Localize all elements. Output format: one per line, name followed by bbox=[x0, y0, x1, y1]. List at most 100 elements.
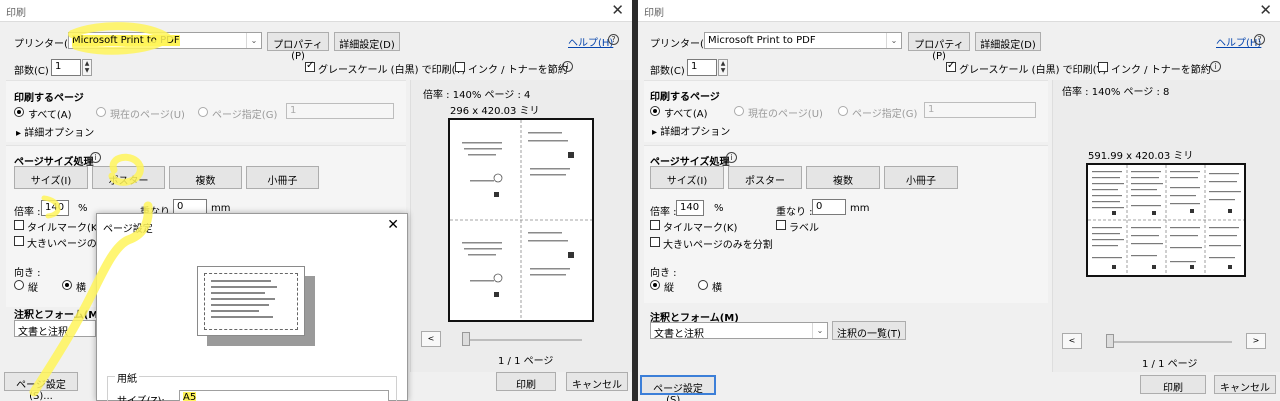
page-slider-thumb[interactable] bbox=[462, 332, 470, 346]
overlap-input[interactable]: 0 bbox=[812, 199, 846, 215]
large-only-checkbox[interactable] bbox=[650, 237, 660, 247]
print-dialog-left: 印刷 ✕ プリンター(N) : Microsoft Print to PDF ⌄… bbox=[0, 0, 632, 401]
info-icon[interactable]: i bbox=[1210, 61, 1221, 72]
size-button[interactable]: サイズ(I) bbox=[650, 166, 724, 189]
info-icon[interactable]: i bbox=[562, 61, 573, 72]
page-spec-radio[interactable] bbox=[838, 106, 848, 116]
page-spec-input[interactable]: 1 bbox=[924, 102, 1036, 118]
advanced-button[interactable]: 詳細設定(D) bbox=[334, 32, 400, 51]
spin-up-down-icon[interactable]: ▲ ▼ bbox=[82, 59, 92, 76]
current-page-radio[interactable] bbox=[96, 107, 106, 117]
scale-input[interactable]: 140 bbox=[676, 200, 704, 216]
all-pages-radio[interactable] bbox=[14, 107, 24, 117]
advanced-button[interactable]: 詳細設定(D) bbox=[975, 32, 1041, 51]
properties-button[interactable]: プロパティ(P) bbox=[908, 32, 970, 62]
page-slider-track bbox=[462, 339, 582, 341]
info-icon[interactable]: i bbox=[726, 152, 737, 163]
info-icon[interactable]: i bbox=[90, 152, 101, 163]
paper-size-select[interactable]: A5 bbox=[179, 390, 389, 401]
grayscale-checkbox[interactable] bbox=[946, 60, 956, 72]
page-spec-input[interactable]: 1 bbox=[286, 103, 394, 119]
all-pages-radio[interactable] bbox=[650, 106, 660, 116]
paper-margin bbox=[204, 273, 298, 330]
chevron-down-icon: ⌄ bbox=[246, 33, 261, 48]
more-options-toggle[interactable]: ▸ 詳細オプション bbox=[16, 124, 94, 139]
printer-select[interactable]: Microsoft Print to PDF ⌄ bbox=[68, 32, 262, 49]
info-icon[interactable]: ? bbox=[608, 34, 619, 45]
overlap-label: 重なり : bbox=[776, 207, 813, 218]
zoom-info: 倍率 : 140% ページ : 4 bbox=[423, 90, 531, 101]
multiple-button[interactable]: 複数 bbox=[169, 166, 242, 189]
printer-select[interactable]: Microsoft Print to PDF ⌄ bbox=[704, 32, 902, 49]
landscape-radio[interactable] bbox=[698, 280, 708, 290]
print-button[interactable]: 印刷 bbox=[496, 372, 556, 391]
title-bar: 印刷 ✕ bbox=[638, 0, 1280, 22]
properties-button[interactable]: プロパティ(P) bbox=[267, 32, 329, 62]
close-icon[interactable]: ✕ bbox=[387, 217, 399, 233]
more-options-toggle[interactable]: ▸ 詳細オプション bbox=[652, 123, 730, 138]
page-spec-label: ページ指定(G) bbox=[212, 110, 278, 121]
sheet-size: 591.99 x 420.03 ミリ bbox=[1088, 151, 1194, 162]
help-link[interactable]: ヘルプ(H) bbox=[568, 34, 613, 49]
close-icon[interactable]: ✕ bbox=[1259, 1, 1272, 19]
preview-sheet bbox=[1086, 163, 1246, 277]
pages-header: 印刷するページ bbox=[14, 93, 84, 104]
annot-list-button[interactable]: 注釈の一覧(T) bbox=[832, 321, 906, 340]
size-button[interactable]: サイズ(I) bbox=[14, 166, 88, 189]
cancel-button[interactable]: キャンセル bbox=[1214, 375, 1276, 394]
portrait-radio[interactable] bbox=[650, 280, 660, 290]
chevron-down-icon: ⌄ bbox=[812, 323, 827, 338]
paper-size-label: サイズ(Z): bbox=[117, 392, 165, 401]
print-button[interactable]: 印刷 bbox=[1140, 375, 1206, 394]
portrait-radio[interactable] bbox=[14, 280, 24, 290]
booklet-button[interactable]: 小冊子 bbox=[884, 166, 958, 189]
info-icon[interactable]: ? bbox=[1254, 34, 1265, 45]
copies-input[interactable]: 1 bbox=[687, 59, 717, 76]
next-page-button[interactable]: > bbox=[1246, 333, 1266, 349]
paper-size-value: A5 bbox=[183, 392, 197, 401]
dialog-title: 印刷 bbox=[644, 8, 664, 19]
page-setup-button[interactable]: ページ設定(S)... bbox=[640, 375, 716, 401]
multiple-button[interactable]: 複数 bbox=[806, 166, 880, 189]
tile-marks-checkbox[interactable] bbox=[650, 220, 660, 230]
annot-value: 文書と注釈 bbox=[18, 327, 68, 338]
pages-header: 印刷するページ bbox=[650, 92, 720, 103]
landscape-radio[interactable] bbox=[62, 280, 72, 290]
grayscale-checkbox[interactable] bbox=[305, 60, 315, 72]
booklet-button[interactable]: 小冊子 bbox=[246, 166, 319, 189]
page-setup-button[interactable]: ページ設定(S)... bbox=[4, 372, 78, 401]
labels-checkbox[interactable] bbox=[776, 220, 786, 230]
prev-page-button[interactable]: < bbox=[421, 331, 441, 347]
tile-marks-checkbox[interactable] bbox=[14, 220, 24, 230]
close-icon[interactable]: ✕ bbox=[611, 1, 624, 19]
current-page-radio[interactable] bbox=[734, 106, 744, 116]
save-ink-checkbox[interactable] bbox=[455, 62, 465, 72]
chevron-down-icon: ⌄ bbox=[886, 33, 901, 48]
page-spec-radio[interactable] bbox=[198, 107, 208, 117]
annot-select[interactable]: 文書と注釈 bbox=[14, 320, 96, 338]
cancel-button[interactable]: キャンセル bbox=[566, 372, 628, 391]
poster-button[interactable]: ポスター bbox=[728, 166, 802, 189]
zoom-info: 倍率 : 140% ページ : 8 bbox=[1062, 87, 1170, 98]
page-slider-thumb[interactable] bbox=[1106, 334, 1114, 348]
grayscale-label: グレースケール (白黒) で印刷(Y) bbox=[959, 65, 1107, 76]
poster-button[interactable]: ポスター bbox=[92, 166, 165, 189]
large-only-checkbox[interactable] bbox=[14, 236, 24, 246]
prev-page-button[interactable]: < bbox=[1062, 333, 1082, 349]
preview-content bbox=[450, 120, 592, 320]
landscape-label: 横 bbox=[712, 283, 722, 294]
page-slider-track bbox=[1106, 341, 1232, 343]
scale-input[interactable]: 140 bbox=[41, 200, 69, 216]
mm-label: mm bbox=[850, 203, 870, 214]
copies-input[interactable]: 1 bbox=[51, 59, 81, 76]
annot-select[interactable]: 文書と注釈 ⌄ bbox=[650, 322, 828, 340]
spin-up-down-icon[interactable]: ▲ ▼ bbox=[718, 59, 728, 76]
grayscale-label: グレースケール (白黒) で印刷(Y) bbox=[318, 65, 466, 76]
landscape-label: 横 bbox=[76, 283, 86, 294]
current-page-label: 現在のページ(U) bbox=[748, 109, 823, 120]
preview-sheet bbox=[448, 118, 594, 322]
page-setup-dialog: ページ設定 ✕ 用紙 サイズ(Z): A5 bbox=[96, 213, 408, 401]
orientation-label: 向き : bbox=[650, 268, 677, 279]
annot-header: 注釈とフォーム(M) bbox=[14, 310, 103, 321]
save-ink-checkbox[interactable] bbox=[1098, 62, 1108, 72]
